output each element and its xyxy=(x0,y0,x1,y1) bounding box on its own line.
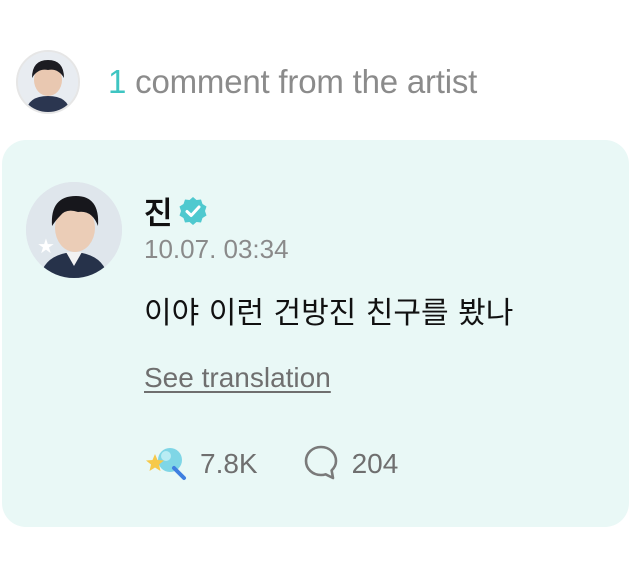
comment-timestamp: 10.07. 03:34 xyxy=(144,234,289,264)
author-row: 진 xyxy=(144,188,209,233)
replies-count: 204 xyxy=(351,448,399,479)
sparkle-reaction-icon xyxy=(144,442,188,486)
comment-count: 1 xyxy=(108,63,127,100)
star-badge-icon: ★ xyxy=(37,234,55,258)
reactions-count: 7.8K xyxy=(200,448,258,479)
author-avatar[interactable] xyxy=(26,182,122,278)
comment-text: 이야 이런 건방진 친구를 봤나 xyxy=(144,296,514,331)
comments-header-text: 1 comment from the artist xyxy=(108,63,477,101)
artist-avatar-small[interactable] xyxy=(16,50,80,114)
artist-comment-card: ★ 진 10.07. 03:34 이야 이런 건방진 친구를 봤나 See tr… xyxy=(2,140,629,527)
author-name[interactable]: 진 xyxy=(144,188,173,233)
comments-header: 1 comment from the artist xyxy=(16,48,477,116)
reaction-button[interactable]: 7.8K xyxy=(144,442,258,486)
comment-header-label: comment from the artist xyxy=(135,63,478,100)
reply-button[interactable]: 204 xyxy=(302,443,399,485)
comment-actions: 7.8K 204 xyxy=(144,442,398,486)
verified-check-icon xyxy=(177,195,209,227)
comment-bubble-icon xyxy=(302,443,340,485)
see-translation-link[interactable]: See translation xyxy=(144,362,331,394)
